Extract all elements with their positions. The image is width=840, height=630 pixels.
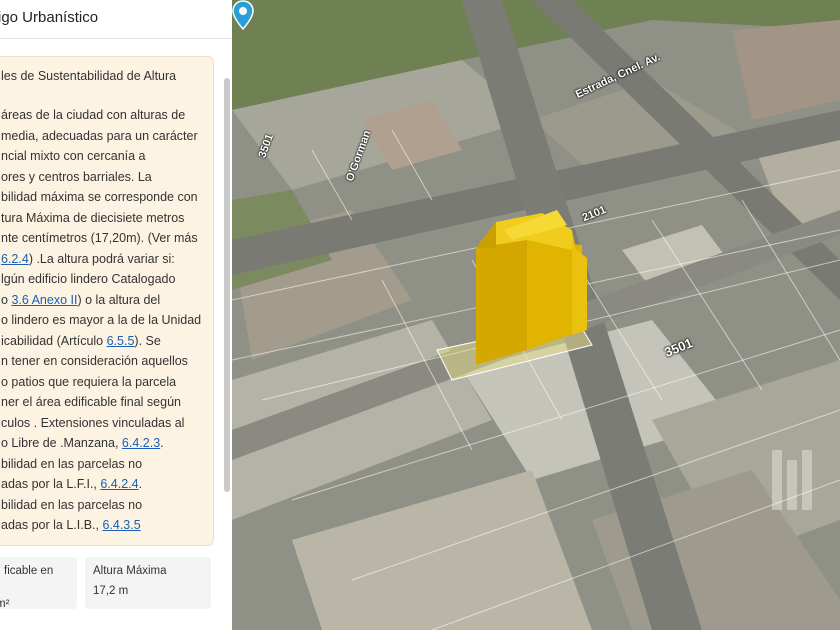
info-line-text: ores y centros barriales. La: [1, 169, 152, 184]
info-line-text: o lindero es mayor a la de la Unidad: [1, 313, 202, 327]
info-line-text: o Libre de .Manzana,: [1, 436, 122, 450]
article-link[interactable]: 6.4.3.5: [102, 518, 140, 532]
article-link[interactable]: 6.4.2.3: [122, 436, 160, 450]
info-line: culos . Extensiones vinculadas al: [1, 413, 201, 434]
info-line-text: ) o la altura del: [77, 292, 161, 307]
info-line-text: ner el área edificable final según: [1, 395, 181, 409]
info-line-text: bilidad máxima se corresponde con: [1, 190, 198, 204]
info-line: tura Máxima de diecisiete metros: [1, 208, 201, 229]
info-line-text: adas por la L.I.B.,: [1, 518, 103, 532]
card-label: ficable en: [4, 565, 54, 577]
panel-title: igo Urbanístico: [0, 9, 99, 26]
info-line: ner el área edificable final según: [1, 392, 201, 413]
info-line: n tener en consideración aquellos: [1, 351, 201, 372]
info-line: nte centímetros (17,20m). (Ver más: [1, 228, 201, 249]
article-link[interactable]: 3.6 Anexo II: [11, 293, 77, 307]
info-line: o 3.6 Anexo II) o la altura del: [1, 290, 201, 311]
panel-scrollbar[interactable]: [224, 78, 230, 492]
info-line-text: ). Se: [134, 333, 161, 348]
info-line: adas por la L.F.I., 6.4.2.4.: [1, 474, 201, 495]
card-value: m²: [0, 598, 10, 610]
info-line: lgún edificio lindero Catalogado: [1, 269, 201, 290]
info-text: áreas de la ciudad con alturas de media, …: [1, 105, 201, 536]
article-link[interactable]: 6.4.2.4: [100, 477, 138, 491]
info-line-text: lgún edificio lindero Catalogado: [1, 272, 176, 286]
info-line: ores y centros barriales. La: [1, 167, 201, 188]
location-pin-icon[interactable]: [232, 0, 254, 30]
panel-header: igo Urbanístico: [0, 0, 232, 39]
info-line-text: áreas de la ciudad con alturas de: [1, 108, 186, 122]
info-line: adas por la L.I.B., 6.4.3.5: [1, 515, 201, 536]
info-line: bilidad en las parcelas no: [1, 454, 201, 475]
info-heading: les de Sustentabilidad de Altura: [1, 69, 177, 83]
info-box: les de Sustentabilidad de Altura áreas d…: [0, 56, 214, 546]
article-link[interactable]: 6.2.4: [1, 252, 29, 266]
info-line-text: .: [138, 477, 143, 491]
info-line-text: nte centímetros (17,20m). (Ver más: [1, 231, 198, 245]
info-line-text: adas por la L.F.I.,: [1, 477, 101, 491]
info-line-text: o: [1, 292, 12, 307]
satellite-imagery: [232, 0, 840, 630]
card-label: Altura Máxima: [93, 565, 167, 577]
info-line: icabilidad (Artículo 6.5.5). Se: [1, 331, 201, 352]
info-line: ncial mixto con cercanía a: [1, 146, 201, 167]
info-line: o Libre de .Manzana, 6.4.2.3.: [1, 433, 201, 454]
card-value: 17,2 m: [93, 585, 129, 597]
info-line-text: .: [160, 436, 164, 450]
info-line-text: tura Máxima de diecisiete metros: [1, 210, 185, 225]
info-line-text: icabilidad (Artículo: [1, 333, 107, 348]
map-3d-view[interactable]: 3501 3501 2101 O'Gorman Estrada, Cnel. A…: [232, 0, 840, 630]
info-line: áreas de la ciudad con alturas de: [1, 105, 201, 126]
info-line-text: n tener en consideración aquellos: [1, 354, 188, 368]
info-line-text: bilidad en las parcelas no: [1, 456, 143, 471]
info-line-text: ) .La altura podrá variar si:: [28, 251, 175, 266]
info-line: bilidad máxima se corresponde con: [1, 187, 201, 208]
article-link[interactable]: 6.5.5: [107, 334, 135, 348]
info-line-text: ncial mixto con cercanía a: [1, 149, 146, 163]
info-line: o lindero es mayor a la de la Unidad: [1, 310, 201, 331]
info-line: bilidad en las parcelas no: [1, 495, 201, 516]
card-altura-maxima: Altura Máxima 17,2 m: [85, 557, 211, 609]
info-line-text: media, adecuadas para un carácter: [1, 128, 198, 143]
side-panel: igo Urbanístico les de Sustentabilidad d…: [0, 0, 233, 630]
info-line: 6.2.4) .La altura podrá variar si:: [1, 249, 201, 270]
info-line-text: o patios que requiera la parcela: [1, 374, 177, 389]
info-line-text: bilidad en las parcelas no: [1, 497, 143, 512]
info-line: o patios que requiera la parcela: [1, 372, 201, 393]
info-line-text: culos . Extensiones vinculadas al: [1, 415, 185, 430]
card-area-edificable: ficable en m²: [0, 557, 77, 610]
info-line: media, adecuadas para un carácter: [1, 126, 201, 147]
